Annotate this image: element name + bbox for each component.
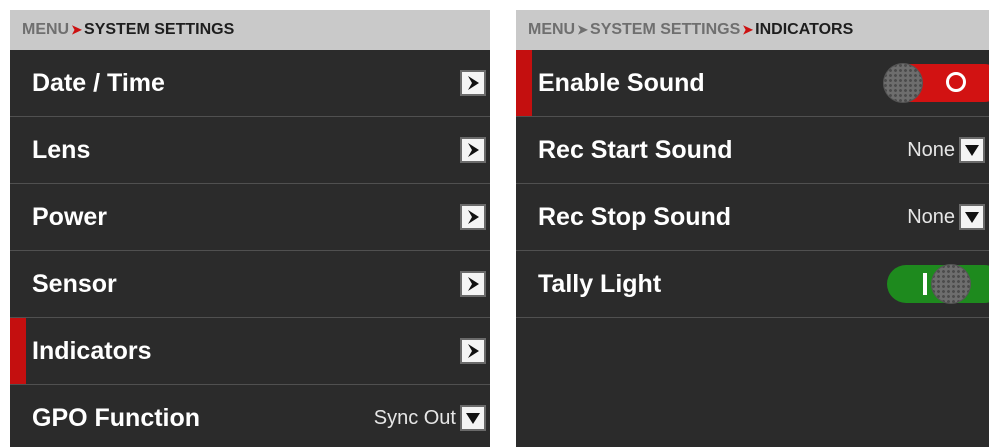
chevron-down-icon[interactable] xyxy=(460,405,486,431)
system-settings-panel: MENU ➤ SYSTEM SETTINGS Date / Time Lens … xyxy=(10,10,490,447)
breadcrumb: MENU ➤ SYSTEM SETTINGS ➤ INDICATORS xyxy=(516,10,989,50)
dropdown-value: None xyxy=(907,138,955,161)
setting-tally-light[interactable]: Tally Light xyxy=(516,251,989,318)
breadcrumb-menu[interactable]: MENU xyxy=(528,21,575,39)
arrow-right-icon[interactable] xyxy=(460,70,486,96)
chevron-right-icon: ➤ xyxy=(742,22,754,37)
arrow-right-icon[interactable] xyxy=(460,271,486,297)
setting-label: Rec Stop Sound xyxy=(538,202,732,231)
menu-item-date-time[interactable]: Date / Time xyxy=(10,50,490,117)
menu-item-gpo-function[interactable]: GPO Function Sync Out xyxy=(10,385,490,447)
dropdown-value: Sync Out xyxy=(373,406,456,429)
setting-label: Enable Sound xyxy=(538,68,705,97)
menu-item-label: Power xyxy=(32,202,108,231)
rec-start-sound-dropdown[interactable]: None xyxy=(907,137,985,163)
menu-item-sensor[interactable]: Sensor xyxy=(10,251,490,318)
indicators-panel: MENU ➤ SYSTEM SETTINGS ➤ INDICATORS Enab… xyxy=(516,10,989,447)
setting-rec-start-sound[interactable]: Rec Start Sound None xyxy=(516,117,989,184)
chevron-right-icon: ➤ xyxy=(577,22,589,37)
tally-light-toggle[interactable] xyxy=(887,264,989,304)
gpo-function-dropdown[interactable]: Sync Out xyxy=(374,405,486,431)
menu-item-label: Sensor xyxy=(32,269,117,298)
setting-enable-sound[interactable]: Enable Sound xyxy=(516,50,989,117)
breadcrumb-system-settings[interactable]: SYSTEM SETTINGS xyxy=(590,21,740,39)
menu-item-label: GPO Function xyxy=(32,403,201,432)
setting-label: Rec Start Sound xyxy=(538,135,733,164)
setting-rec-stop-sound[interactable]: Rec Stop Sound None xyxy=(516,184,989,251)
bar-i-icon xyxy=(923,273,927,295)
arrow-right-icon[interactable] xyxy=(460,137,486,163)
menu-item-power[interactable]: Power xyxy=(10,184,490,251)
menu-item-lens[interactable]: Lens xyxy=(10,117,490,184)
breadcrumb: MENU ➤ SYSTEM SETTINGS xyxy=(10,10,490,50)
menu-item-label: Indicators xyxy=(32,336,152,365)
toggle-knob xyxy=(931,264,971,304)
chevron-down-icon[interactable] xyxy=(959,204,985,230)
toggle-knob xyxy=(883,63,923,103)
breadcrumb-menu[interactable]: MENU xyxy=(22,21,69,39)
menu-item-indicators[interactable]: Indicators xyxy=(10,318,490,385)
enable-sound-toggle[interactable] xyxy=(883,63,989,103)
breadcrumb-indicators: INDICATORS xyxy=(755,21,854,38)
arrow-right-icon[interactable] xyxy=(460,338,486,364)
chevron-right-icon: ➤ xyxy=(71,22,83,37)
rec-stop-sound-dropdown[interactable]: None xyxy=(907,204,985,230)
circle-o-icon xyxy=(946,72,966,92)
setting-label: Tally Light xyxy=(538,269,662,298)
breadcrumb-system-settings: SYSTEM SETTINGS xyxy=(84,21,235,38)
menu-item-label: Lens xyxy=(32,135,91,164)
arrow-right-icon[interactable] xyxy=(460,204,486,230)
dropdown-value: None xyxy=(907,205,955,228)
menu-item-label: Date / Time xyxy=(32,68,165,97)
chevron-down-icon[interactable] xyxy=(959,137,985,163)
